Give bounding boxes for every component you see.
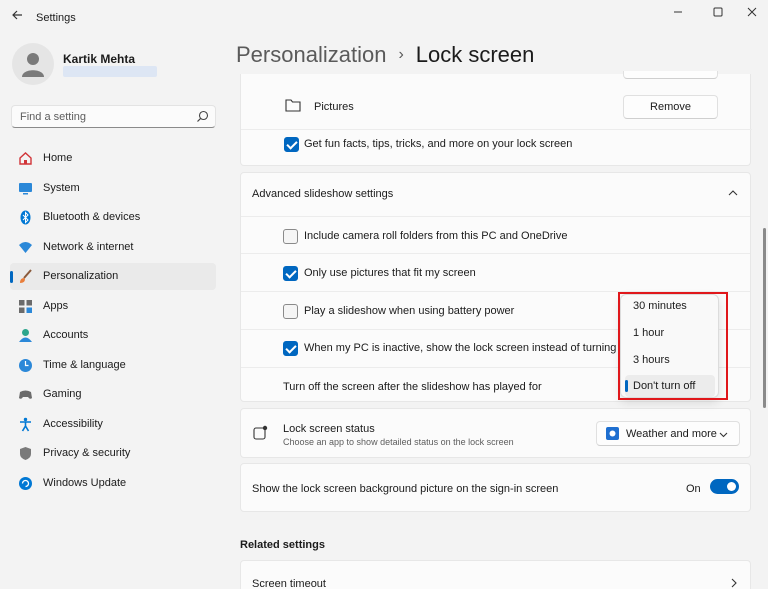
home-icon (18, 151, 33, 166)
back-button[interactable] (8, 8, 26, 26)
maximize-icon (713, 7, 723, 17)
breadcrumb-parent[interactable]: Personalization (236, 42, 386, 68)
related-settings-heading: Related settings (240, 539, 325, 551)
lock-screen-status-card: Lock screen status Choose an app to show… (240, 408, 751, 458)
sidebar-item-time-language[interactable]: Time & language (10, 352, 216, 379)
sidebar-item-system[interactable]: System (10, 175, 216, 202)
update-icon (18, 476, 33, 491)
scrollbar-thumb[interactable] (763, 228, 766, 408)
sidebar-item-label: Personalization (43, 270, 119, 282)
sidebar-item-label: Network & internet (43, 241, 134, 253)
remove-button[interactable]: Remove (623, 95, 718, 119)
sidebar-item-network[interactable]: Network & internet (10, 234, 216, 261)
sidebar-item-privacy-security[interactable]: Privacy & security (10, 440, 216, 467)
breadcrumb-separator: › (398, 46, 404, 63)
advanced-slideshow-title: Advanced slideshow settings (252, 188, 394, 200)
annotation-highlight-box (618, 292, 728, 400)
sidebar-item-windows-update[interactable]: Windows Update (10, 470, 216, 497)
accessibility-icon (18, 417, 33, 432)
minimize-button[interactable] (662, 4, 694, 20)
user-icon (22, 53, 44, 77)
sidebar-item-accessibility[interactable]: Accessibility (10, 411, 216, 438)
sidebar-item-label: Accessibility (43, 418, 103, 430)
time-language-icon (18, 358, 33, 373)
sidebar-item-bluetooth[interactable]: Bluetooth & devices (10, 204, 216, 231)
inactive-lock-label: When my PC is inactive, show the lock sc… (304, 342, 644, 354)
breadcrumb: Personalization › Lock screen (236, 42, 534, 68)
fun-facts-checkbox[interactable] (284, 137, 299, 152)
sidebar-item-accounts[interactable]: Accounts (10, 322, 216, 349)
signin-background-toggle[interactable] (710, 479, 739, 494)
divider (241, 253, 750, 254)
sidebar-item-personalization[interactable]: Personalization (10, 263, 216, 290)
inactive-lock-checkbox[interactable] (283, 341, 298, 356)
back-arrow-icon (12, 10, 22, 20)
sidebar-item-gaming[interactable]: Gaming (10, 381, 216, 408)
camera-roll-checkbox[interactable] (283, 229, 298, 244)
turn-off-screen-label: Turn off the screen after the slideshow … (283, 381, 542, 393)
sidebar-item-label: System (43, 182, 80, 194)
accounts-icon (18, 328, 33, 343)
system-icon (18, 181, 33, 196)
battery-slideshow-checkbox[interactable] (283, 304, 298, 319)
camera-roll-label: Include camera roll folders from this PC… (304, 230, 568, 242)
apps-icon (18, 299, 33, 314)
sidebar-item-label: Apps (43, 300, 69, 312)
chevron-down-icon (719, 432, 728, 438)
gaming-icon (18, 387, 33, 402)
toggle-state-label: On (686, 483, 701, 495)
sidebar-item-label: Bluetooth & devices (43, 211, 141, 223)
user-name: Kartik Mehta (63, 52, 136, 66)
close-button[interactable] (736, 4, 768, 20)
lock-status-icon (253, 425, 268, 440)
lock-status-title: Lock screen status (283, 423, 375, 435)
sidebar-item-label: Privacy & security (43, 447, 131, 459)
search-icon[interactable] (196, 110, 209, 123)
chevron-right-icon (731, 578, 737, 588)
divider (241, 129, 752, 130)
lock-status-subtitle: Choose an app to show detailed status on… (283, 437, 514, 447)
screen-timeout-label: Screen timeout (252, 578, 326, 589)
sidebar-item-label: Time & language (43, 359, 126, 371)
bluetooth-icon (18, 210, 33, 225)
folder-icon (285, 99, 301, 112)
shield-icon (18, 446, 33, 461)
title-bar: Settings (0, 0, 768, 36)
advanced-slideshow-header[interactable]: Advanced slideshow settings (241, 173, 750, 214)
signin-background-card: Show the lock screen background picture … (240, 463, 751, 512)
fit-screen-label: Only use pictures that fit my screen (304, 267, 476, 279)
user-email-redacted (63, 66, 157, 77)
avatar[interactable] (12, 43, 54, 85)
search-input[interactable]: Find a setting (11, 105, 216, 128)
weather-icon (606, 427, 619, 440)
app-title: Settings (36, 12, 76, 24)
sidebar-item-label: Windows Update (43, 477, 127, 489)
network-icon (18, 240, 33, 255)
screen-timeout-card[interactable]: Screen timeout (240, 560, 751, 589)
minimize-icon (674, 11, 682, 13)
sidebar-item-label: Accounts (43, 329, 89, 341)
close-icon (747, 7, 757, 17)
sidebar-item-label: Home (43, 152, 73, 164)
battery-slideshow-label: Play a slideshow when using battery powe… (304, 305, 515, 317)
sidebar-item-home[interactable]: Home (10, 145, 216, 172)
brush-icon (18, 269, 33, 284)
page-title: Lock screen (415, 42, 535, 67)
sidebar-item-label: Gaming (43, 388, 82, 400)
chevron-up-icon (728, 190, 738, 196)
add-folder-button-partial[interactable] (623, 71, 718, 79)
search-placeholder: Find a setting (20, 111, 87, 123)
active-indicator (10, 271, 13, 283)
fit-screen-checkbox[interactable] (283, 266, 298, 281)
lock-status-dropdown[interactable]: Weather and more (596, 421, 740, 446)
divider (241, 216, 750, 217)
fun-facts-label: Get fun facts, tips, tricks, and more on… (304, 138, 573, 150)
sidebar-item-apps[interactable]: Apps (10, 293, 216, 320)
slideshow-albums-card: Pictures Remove Get fun facts, tips, tri… (240, 71, 752, 166)
pictures-label: Pictures (314, 101, 354, 113)
lock-status-value: Weather and more (626, 428, 717, 440)
maximize-button[interactable] (702, 4, 734, 20)
signin-background-label: Show the lock screen background picture … (252, 483, 559, 495)
